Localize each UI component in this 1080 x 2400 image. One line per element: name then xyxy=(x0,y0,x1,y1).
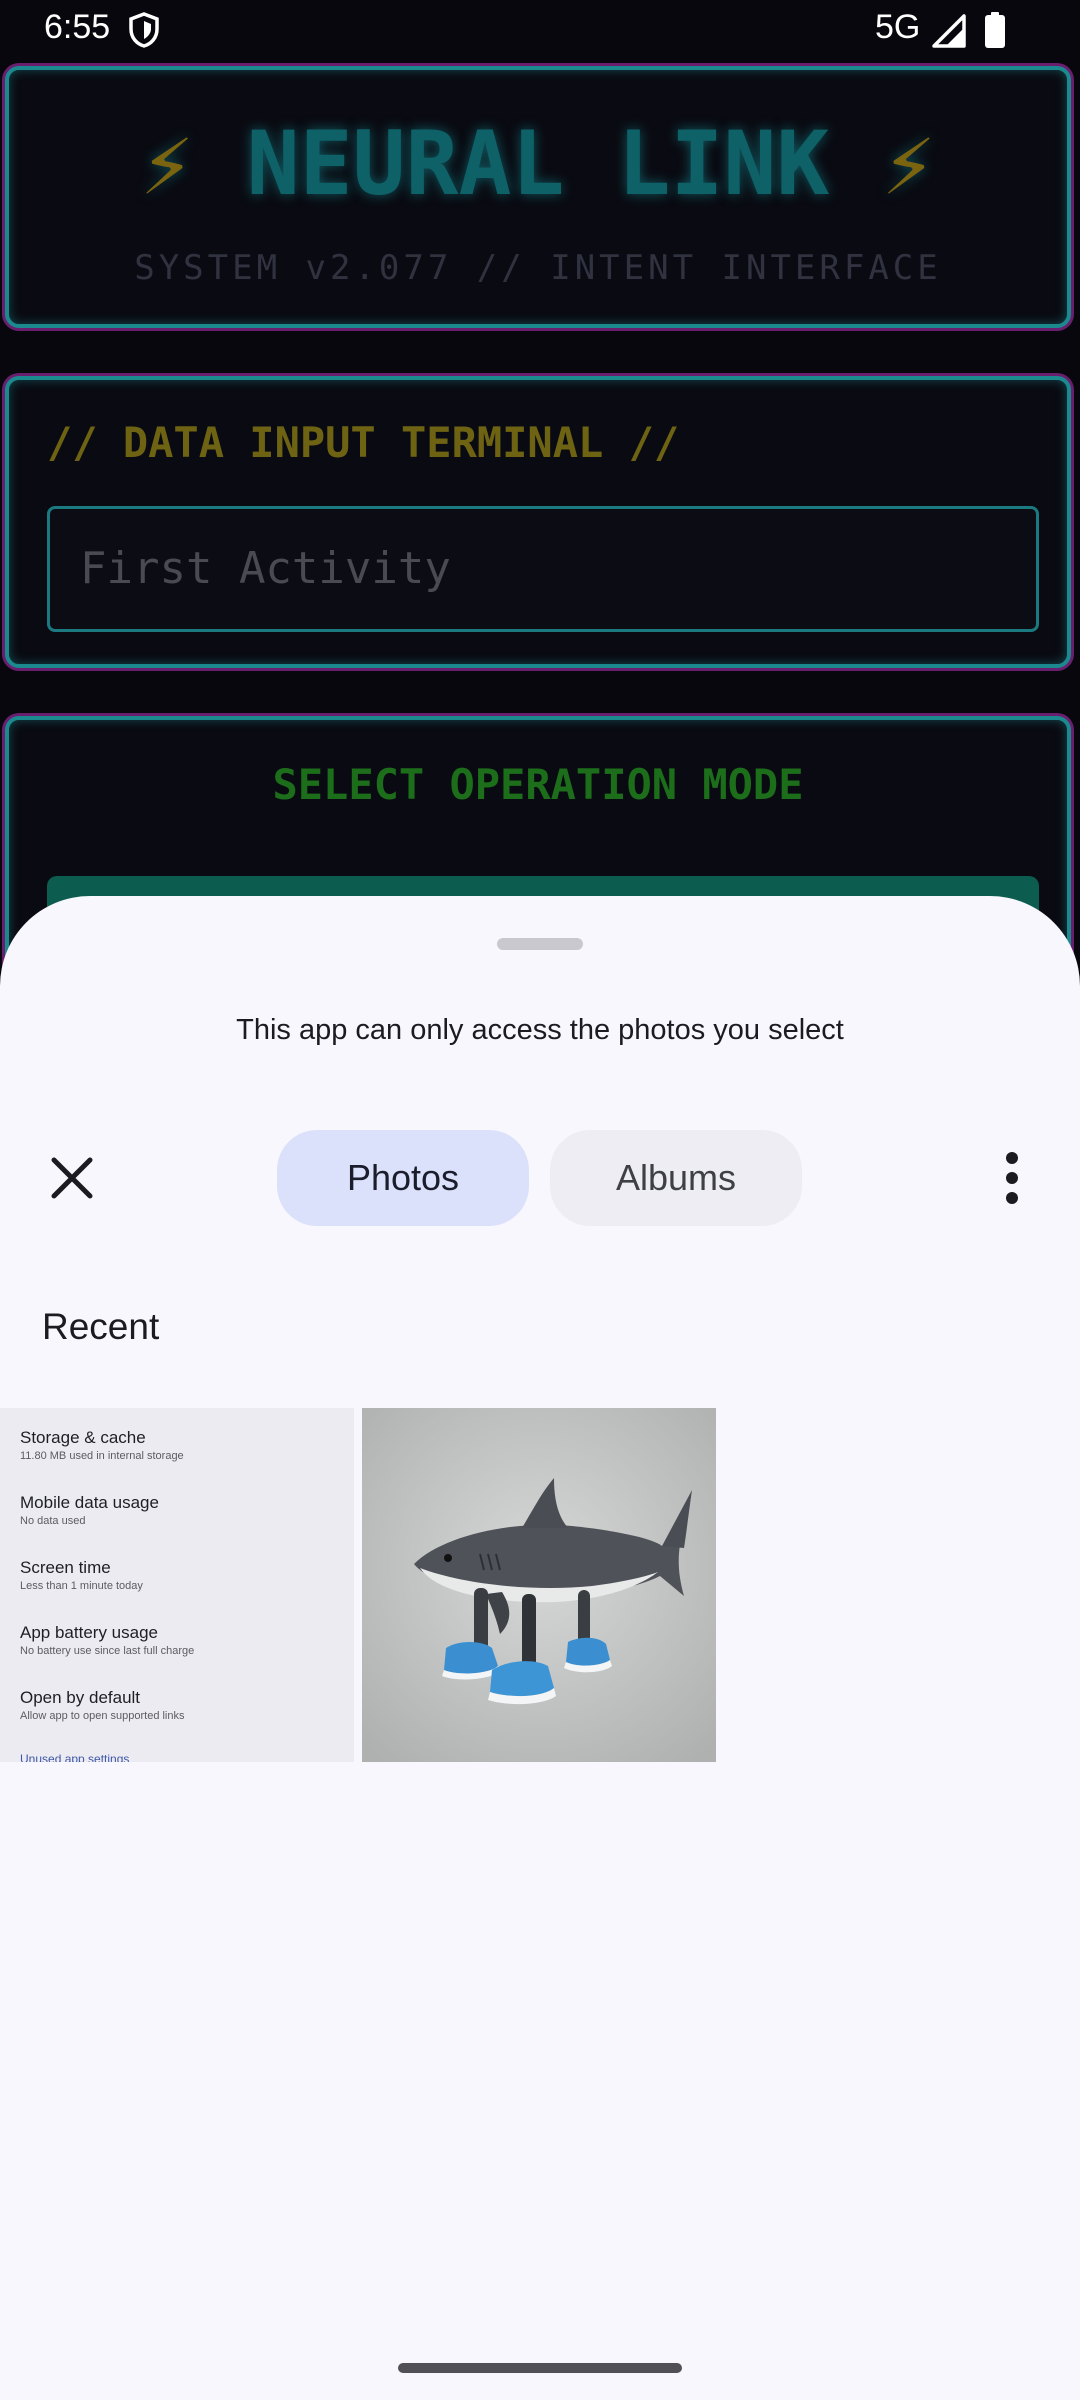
tab-photos-label: Photos xyxy=(346,1157,460,1198)
photo-thumbnail-shark[interactable] xyxy=(362,1408,716,1762)
list-item: Storage & cache 11.80 MB used in interna… xyxy=(20,1428,184,1462)
activity-input[interactable]: First Activity xyxy=(47,506,1039,632)
mode-label: SELECT OPERATION MODE xyxy=(272,760,804,809)
app-subtitle: SYSTEM v2.077 // INTENT INTERFACE xyxy=(134,248,942,288)
more-options-icon[interactable] xyxy=(994,1150,1030,1206)
input-panel: // DATA INPUT TERMINAL // First Activity xyxy=(5,376,1071,668)
photo-thumbnail-settings[interactable]: Storage & cache 11.80 MB used in interna… xyxy=(0,1408,354,1762)
battery-icon xyxy=(985,12,1005,48)
tab-albums[interactable]: Albums xyxy=(550,1130,802,1226)
list-item: App battery usage No battery use since l… xyxy=(20,1623,195,1657)
section-recent: Recent xyxy=(42,1306,160,1347)
lightning-icon: ⚡ xyxy=(140,112,194,215)
drag-handle[interactable] xyxy=(497,938,583,950)
shark-toy-image xyxy=(362,1408,716,1762)
gesture-navigation-bar[interactable] xyxy=(398,2363,682,2373)
status-time: 6:55 xyxy=(44,8,111,46)
header-panel: ⚡ NEURAL LINK ⚡ SYSTEM v2.077 // INTENT … xyxy=(5,66,1071,328)
tab-photos[interactable]: Photos xyxy=(277,1130,529,1226)
status-bar: 6:55 5G xyxy=(0,0,1080,62)
shield-icon xyxy=(129,12,159,48)
list-item: Mobile data usage No data used xyxy=(20,1493,159,1527)
photo-picker-sheet: This app can only access the photos you … xyxy=(0,896,1080,2400)
list-item: Open by default Allow app to open suppor… xyxy=(20,1688,185,1722)
activity-input-placeholder: First Activity xyxy=(80,543,451,594)
network-type: 5G xyxy=(875,8,921,46)
app-title-text: NEURAL LINK xyxy=(246,112,830,215)
lightning-icon: ⚡ xyxy=(882,112,936,215)
signal-icon xyxy=(932,14,966,48)
access-notice: This app can only access the photos you … xyxy=(236,1014,844,1046)
terminal-label: // DATA INPUT TERMINAL // xyxy=(47,418,680,467)
app-title: ⚡ NEURAL LINK ⚡ xyxy=(9,112,1067,215)
close-icon[interactable] xyxy=(44,1150,100,1206)
list-item: Unused app settings xyxy=(20,1752,130,1762)
list-item: Screen time Less than 1 minute today xyxy=(20,1558,143,1592)
tab-albums-label: Albums xyxy=(615,1157,737,1198)
